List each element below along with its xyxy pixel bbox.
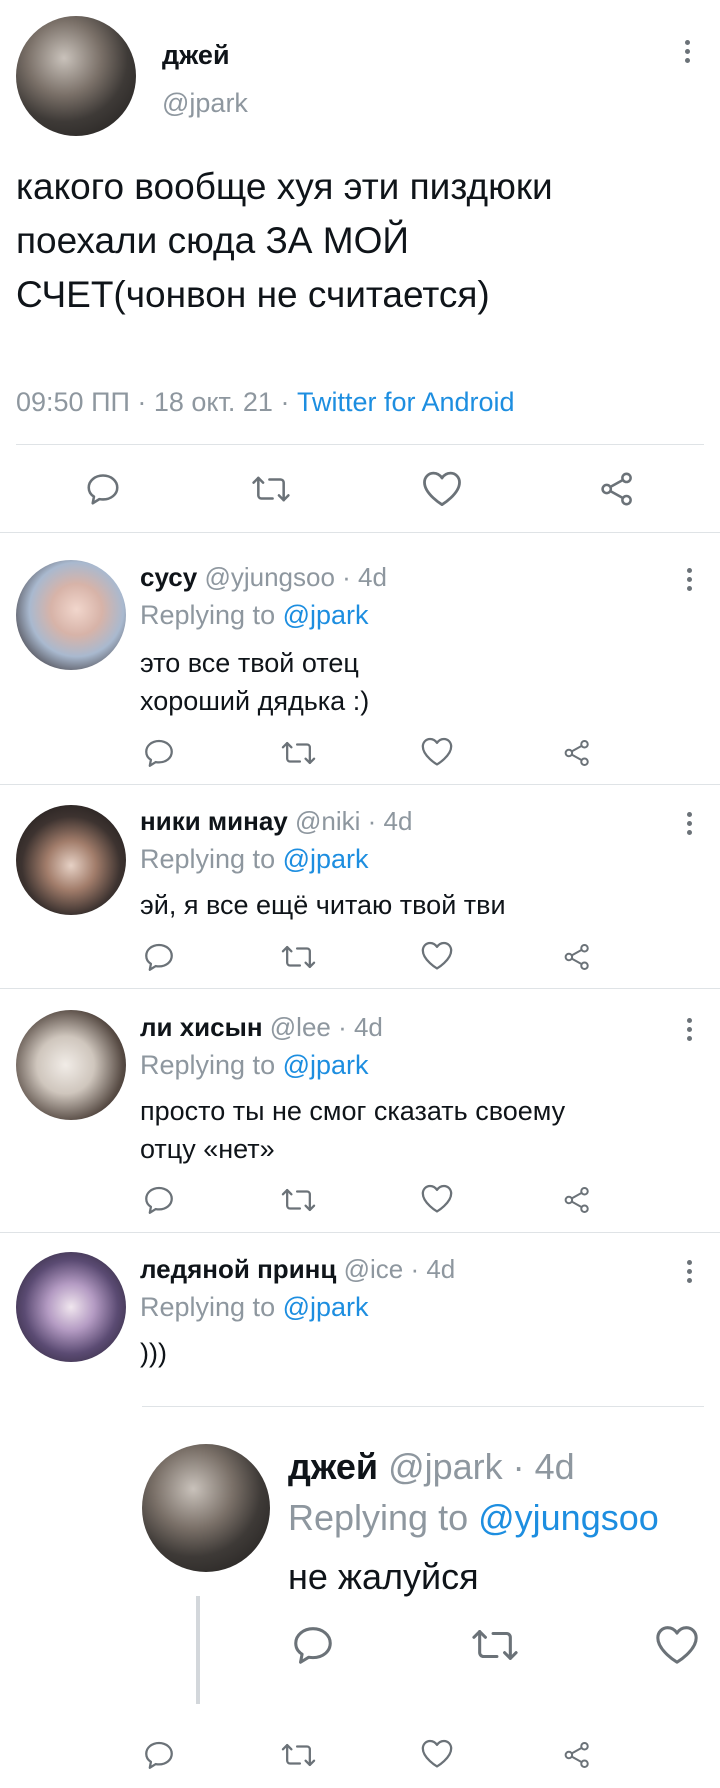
reply-icon[interactable] (84, 470, 122, 508)
mention-link[interactable]: @jpark (283, 600, 369, 630)
share-icon[interactable] (562, 1185, 592, 1215)
reply-text-line: не жалуйся (288, 1556, 479, 1597)
more-icon[interactable] (685, 40, 691, 67)
author-meta: @niki · 4d (294, 806, 413, 836)
author-meta: @yjungsoo · 4d (204, 562, 387, 592)
divider (142, 1406, 704, 1407)
reply-header: ледяной принц @ice · 4d (140, 1254, 455, 1285)
replying-to: Replying to @jpark (140, 600, 369, 631)
tweet-text-line: СЧЕТ(чонвон не считается) (16, 274, 490, 315)
replying-label: Replying to (140, 600, 283, 630)
divider (0, 988, 720, 989)
author-name[interactable]: ледяной принц (140, 1254, 336, 1284)
avatar[interactable] (16, 1010, 126, 1120)
divider (0, 532, 720, 533)
divider (0, 784, 720, 785)
mention-link[interactable]: @jpark (283, 1050, 369, 1080)
reply-text-line: ))) (140, 1338, 167, 1368)
more-icon[interactable] (687, 1018, 693, 1045)
thread-line (196, 1596, 200, 1704)
like-icon[interactable] (421, 468, 463, 508)
reply-icon[interactable] (142, 736, 176, 770)
replying-to: Replying to @yjungsoo (288, 1497, 659, 1539)
reply-text: не жалуйся (288, 1556, 479, 1598)
mention-link[interactable]: @jpark (283, 844, 369, 874)
like-icon[interactable] (420, 1182, 454, 1214)
mention-link[interactable]: @yjungsoo (478, 1497, 659, 1538)
tweet-text-line: какого вообще хуя эти пиздюки (16, 166, 553, 207)
avatar[interactable] (16, 560, 126, 670)
like-icon[interactable] (420, 1737, 454, 1769)
replying-to: Replying to @jpark (140, 1292, 369, 1323)
reply-text: это все твой отец хороший дядька :) (140, 644, 369, 720)
author-name[interactable]: ники минау (140, 806, 288, 836)
reply-text: ))) (140, 1334, 167, 1372)
replying-to: Replying to @jpark (140, 1050, 369, 1081)
share-icon[interactable] (598, 470, 636, 508)
retweet-icon[interactable] (280, 1738, 317, 1772)
replying-label: Replying to (288, 1497, 479, 1538)
author-name[interactable]: джей (162, 40, 230, 71)
reply-text-line: хороший дядька :) (140, 686, 370, 716)
tweet-text-line: поехали сюда ЗА МОЙ (16, 220, 409, 261)
reply-icon[interactable] (142, 940, 176, 974)
reply-text-line: эй, я все ещё читаю твой тви (140, 890, 506, 920)
replying-label: Replying to (140, 844, 283, 874)
more-icon[interactable] (687, 568, 693, 595)
reply-icon[interactable] (290, 1622, 336, 1668)
avatar[interactable] (16, 1252, 126, 1362)
like-icon[interactable] (420, 735, 454, 767)
like-icon[interactable] (420, 939, 454, 971)
replying-label: Replying to (140, 1050, 283, 1080)
retweet-icon[interactable] (280, 940, 317, 974)
mention-link[interactable]: @jpark (283, 1292, 369, 1322)
author-handle[interactable]: @jpark (162, 88, 248, 119)
reply-icon[interactable] (142, 1183, 176, 1217)
share-icon[interactable] (562, 1740, 592, 1770)
replying-label: Replying to (140, 1292, 283, 1322)
reply-text-line: просто ты не смог сказать своему (140, 1096, 566, 1126)
like-icon[interactable] (654, 1622, 700, 1666)
reply-header: джей @jpark · 4d (288, 1446, 575, 1488)
author-name[interactable]: джей (288, 1446, 378, 1487)
author-meta: @ice · 4d (343, 1254, 456, 1284)
author-name[interactable]: сусу (140, 562, 197, 592)
divider (0, 1232, 720, 1233)
source-link[interactable]: Twitter for Android (297, 387, 515, 417)
reply-icon[interactable] (142, 1738, 176, 1772)
reply-header: сусу @yjungsoo · 4d (140, 562, 387, 593)
reply-text-line: отцу «нет» (140, 1134, 275, 1164)
retweet-icon[interactable] (250, 470, 292, 508)
reply-text-line: это все твой отец (140, 648, 359, 678)
author-name[interactable]: ли хисын (140, 1012, 263, 1042)
author-meta: @jpark · 4d (388, 1446, 575, 1487)
retweet-icon[interactable] (280, 736, 317, 770)
share-icon[interactable] (562, 942, 592, 972)
tweet-meta: 09:50 ПП · 18 окт. 21 · Twitter for Andr… (16, 387, 515, 418)
more-icon[interactable] (687, 812, 693, 839)
avatar[interactable] (16, 805, 126, 915)
replying-to: Replying to @jpark (140, 844, 369, 875)
reply-header: ники минау @niki · 4d (140, 806, 412, 837)
retweet-icon[interactable] (470, 1622, 520, 1668)
more-icon[interactable] (687, 1260, 693, 1287)
avatar[interactable] (16, 16, 136, 136)
divider (16, 444, 704, 445)
author-meta: @lee · 4d (269, 1012, 383, 1042)
timestamp: 09:50 ПП · 18 окт. 21 · (16, 387, 297, 417)
reply-header: ли хисын @lee · 4d (140, 1012, 383, 1043)
retweet-icon[interactable] (280, 1183, 317, 1217)
share-icon[interactable] (562, 738, 592, 768)
reply-text: просто ты не смог сказать своему отцу «н… (140, 1092, 565, 1168)
avatar[interactable] (142, 1444, 270, 1572)
reply-text: эй, я все ещё читаю твой тви (140, 886, 506, 924)
tweet-text: какого вообще хуя эти пиздюки поехали сю… (16, 160, 553, 322)
